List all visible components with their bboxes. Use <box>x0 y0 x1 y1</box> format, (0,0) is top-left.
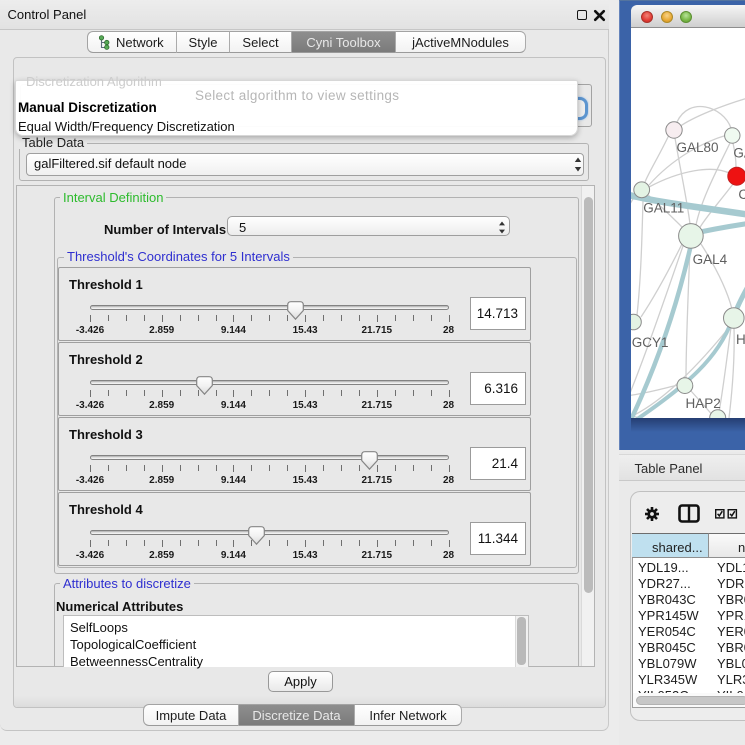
svg-text:HAP2: HAP2 <box>686 396 721 411</box>
svg-text:H: H <box>736 332 745 347</box>
svg-text:GCY1: GCY1 <box>632 335 669 350</box>
svg-text:GAL80: GAL80 <box>677 140 719 155</box>
svg-text:GAL4: GAL4 <box>693 252 728 267</box>
svg-text:C: C <box>738 187 745 202</box>
svg-text:GA: GA <box>733 146 745 161</box>
svg-text:GAL11: GAL11 <box>643 200 684 215</box>
